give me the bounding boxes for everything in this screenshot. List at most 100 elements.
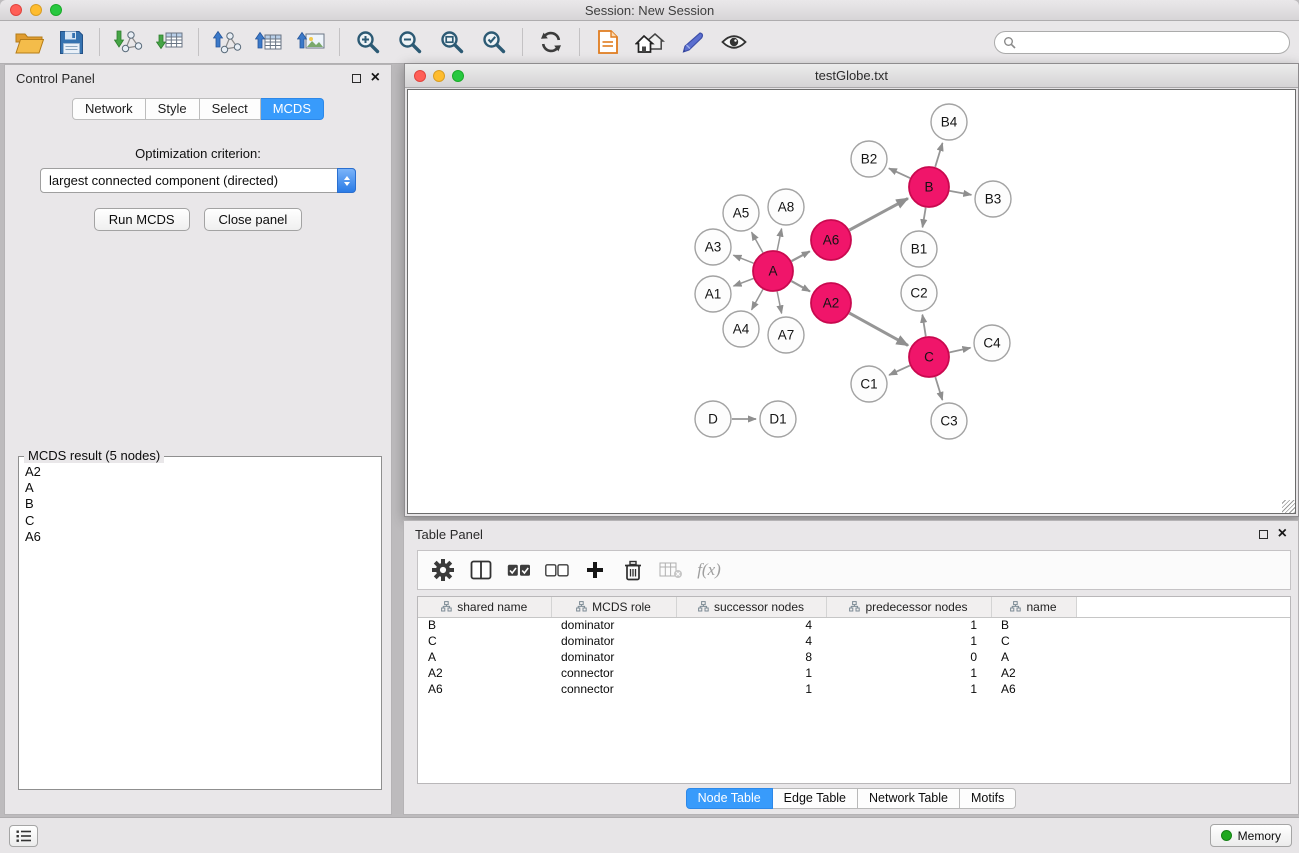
network-node-C4[interactable]: C4 (974, 325, 1010, 361)
network-node-D[interactable]: D (695, 401, 731, 437)
task-history-button[interactable] (9, 825, 38, 847)
network-node-C1[interactable]: C1 (851, 366, 887, 402)
select-all-rows-button[interactable] (502, 554, 536, 586)
zoom-out-button[interactable] (392, 24, 428, 60)
network-edge-A-A4[interactable] (752, 289, 763, 309)
tab-node-table[interactable]: Node Table (686, 788, 773, 809)
export-table-button[interactable] (251, 24, 287, 60)
table-settings-button[interactable] (426, 554, 460, 586)
network-edge-C-C1[interactable] (889, 366, 910, 375)
show-all-button[interactable] (716, 24, 752, 60)
network-node-A3[interactable]: A3 (695, 229, 731, 265)
network-edge-B-B1[interactable] (923, 208, 926, 228)
network-window-titlebar[interactable]: testGlobe.txt (405, 64, 1298, 88)
network-edge-C-C2[interactable] (922, 315, 925, 337)
network-edge-C-C3[interactable] (935, 377, 942, 400)
network-canvas[interactable]: B4 B2 B B3 A5A8A6 A3 A B1 A1 A2 C2 A4A7 C4 C C1 D D1 C3 (407, 89, 1296, 514)
network-node-A[interactable]: A (753, 251, 793, 291)
toolbar-search[interactable] (994, 31, 1290, 54)
network-edge-A6-B[interactable] (850, 198, 908, 230)
network-edge-B-B2[interactable] (889, 168, 910, 178)
network-node-D1[interactable]: D1 (760, 401, 796, 437)
delete-table-icon (659, 561, 683, 579)
tab-motifs[interactable]: Motifs (960, 788, 1016, 809)
delete-table-button[interactable] (654, 554, 688, 586)
network-node-B[interactable]: B (909, 167, 949, 207)
column-header-successor-nodes[interactable]: successor nodes (676, 597, 826, 617)
table-row[interactable]: A6connector11A6 (418, 681, 1290, 697)
resize-grip[interactable] (1282, 500, 1295, 513)
zoom-fit-button[interactable] (434, 24, 470, 60)
import-network-button[interactable] (110, 24, 146, 60)
network-edge-A-A2[interactable] (791, 281, 810, 291)
network-node-B1[interactable]: B1 (901, 231, 937, 267)
zoom-in-button[interactable] (350, 24, 386, 60)
table-row[interactable]: A2connector11A2 (418, 665, 1290, 681)
open-session-button[interactable] (11, 24, 47, 60)
tab-style[interactable]: Style (146, 98, 200, 120)
network-edge-A-A7[interactable] (777, 292, 781, 314)
close-panel-text-button[interactable]: Close panel (204, 208, 303, 231)
column-chooser-button[interactable] (464, 554, 498, 586)
network-edge-C-C4[interactable] (950, 348, 971, 353)
network-edge-B-B4[interactable] (935, 143, 942, 167)
delete-column-button[interactable] (616, 554, 650, 586)
close-panel-button[interactable]: × (371, 70, 380, 86)
tab-select[interactable]: Select (200, 98, 261, 120)
toolbar-separator (522, 28, 523, 56)
tab-network[interactable]: Network (72, 98, 146, 120)
network-edge-A-A1[interactable] (734, 279, 754, 287)
network-edge-A-A6[interactable] (792, 251, 810, 261)
column-header-shared-name[interactable]: shared name (418, 597, 551, 617)
zoom-selected-button[interactable] (476, 24, 512, 60)
network-node-A4[interactable]: A4 (723, 311, 759, 347)
network-node-A6[interactable]: A6 (811, 220, 851, 260)
table-row[interactable]: Bdominator41B (418, 617, 1290, 633)
network-node-A7[interactable]: A7 (768, 317, 804, 353)
wand-button[interactable] (674, 24, 710, 60)
network-node-A2[interactable]: A2 (811, 283, 851, 323)
column-header-mcds-role[interactable]: MCDS role (551, 597, 676, 617)
run-mcds-button[interactable]: Run MCDS (94, 208, 190, 231)
column-header-predecessor-nodes[interactable]: predecessor nodes (826, 597, 991, 617)
network-edge-A-A8[interactable] (777, 229, 781, 251)
network-node-C[interactable]: C (909, 337, 949, 377)
deselect-all-rows-button[interactable] (540, 554, 574, 586)
function-builder-button[interactable]: f(x) (692, 554, 726, 586)
float-panel-button[interactable] (352, 74, 361, 83)
network-node-B4[interactable]: B4 (931, 104, 967, 140)
import-network-icon (114, 29, 143, 55)
tab-edge-table[interactable]: Edge Table (773, 788, 858, 809)
table-row[interactable]: Adominator80A (418, 649, 1290, 665)
wand-icon (679, 30, 705, 54)
save-session-button[interactable] (53, 24, 89, 60)
network-node-A1[interactable]: A1 (695, 276, 731, 312)
import-table-button[interactable] (152, 24, 188, 60)
search-input[interactable] (1021, 36, 1281, 50)
network-edge-A-A5[interactable] (752, 232, 763, 252)
network-node-B3[interactable]: B3 (975, 181, 1011, 217)
tab-mcds[interactable]: MCDS (261, 98, 324, 120)
network-node-A5[interactable]: A5 (723, 195, 759, 231)
tab-network-table[interactable]: Network Table (858, 788, 960, 809)
network-edge-B-B3[interactable] (950, 191, 972, 195)
network-edge-A-A3[interactable] (733, 255, 753, 263)
refresh-button[interactable] (533, 24, 569, 60)
first-neighbors-button[interactable] (590, 24, 626, 60)
memory-button[interactable]: Memory (1210, 824, 1292, 847)
column-header-name[interactable]: name (991, 597, 1076, 617)
table-cell: connector (551, 665, 676, 681)
export-image-button[interactable] (293, 24, 329, 60)
criterion-dropdown[interactable]: largest connected component (directed) (40, 168, 356, 193)
network-node-B2[interactable]: B2 (851, 141, 887, 177)
home-button[interactable] (632, 24, 668, 60)
table-close-button[interactable]: × (1278, 526, 1287, 542)
network-node-C2[interactable]: C2 (901, 275, 937, 311)
network-node-A8[interactable]: A8 (768, 189, 804, 225)
network-node-C3[interactable]: C3 (931, 403, 967, 439)
add-column-button[interactable] (578, 554, 612, 586)
network-edge-A2-C[interactable] (849, 313, 908, 345)
table-row[interactable]: Cdominator41C (418, 633, 1290, 649)
table-float-button[interactable] (1259, 530, 1268, 539)
export-network-button[interactable] (209, 24, 245, 60)
